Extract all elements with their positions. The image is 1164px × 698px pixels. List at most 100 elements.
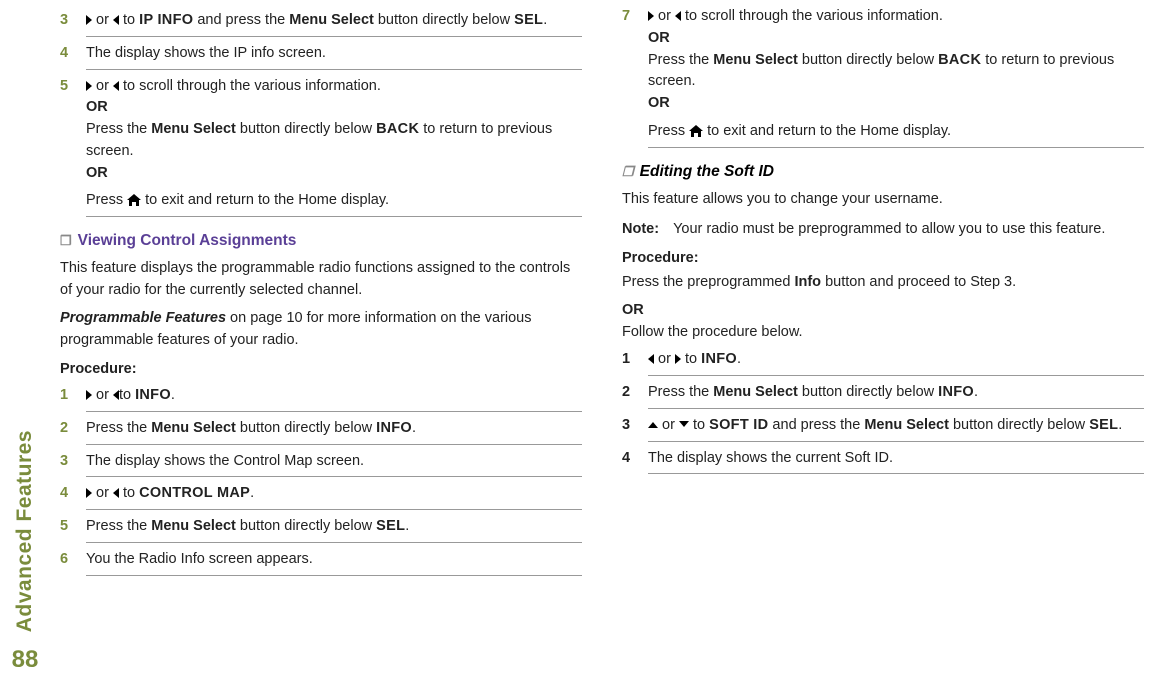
or-label: OR xyxy=(86,163,582,185)
button-name: Menu Select xyxy=(713,384,798,400)
step-body: You the Radio Info screen appears. xyxy=(86,549,582,571)
text: to exit and return to the Home display. xyxy=(703,123,951,139)
text: Press the xyxy=(86,420,151,436)
home-icon xyxy=(689,125,703,137)
text: to xyxy=(681,351,701,367)
display-text: INFO xyxy=(376,420,412,436)
step-6: 6 You the Radio Info screen appears. xyxy=(60,549,582,571)
heading-text: Editing the Soft ID xyxy=(640,160,774,183)
divider xyxy=(86,411,582,412)
display-text: SEL xyxy=(1089,417,1118,433)
text: button directly below xyxy=(374,12,514,28)
step-5: 5 or to scroll through the various infor… xyxy=(60,76,582,213)
text: . xyxy=(1118,417,1122,433)
text: to xyxy=(119,387,135,403)
step-number: 1 xyxy=(622,349,648,371)
text: or xyxy=(92,485,113,501)
step-number: 2 xyxy=(622,382,648,404)
step-body: or to INFO. xyxy=(648,349,1144,371)
display-text: INFO xyxy=(135,387,171,403)
step-number: 3 xyxy=(60,10,86,32)
text: button directly below xyxy=(236,518,376,534)
note-text: Your radio must be preprogrammed to allo… xyxy=(673,219,1105,241)
button-name: Menu Select xyxy=(151,518,236,534)
paragraph: Press the preprogrammed Info button and … xyxy=(622,272,1144,294)
button-name: Menu Select xyxy=(713,52,798,68)
text: to xyxy=(689,417,709,433)
procedure-label: Procedure: xyxy=(60,359,582,381)
step-number: 4 xyxy=(60,483,86,505)
step-body: Press the Menu Select button directly be… xyxy=(86,516,582,538)
section-heading-editing-soft-id: ❐ Editing the Soft ID xyxy=(622,160,1144,183)
section-icon: ❐ xyxy=(622,162,634,182)
arrow-up-icon xyxy=(648,417,658,433)
text: Press the xyxy=(86,518,151,534)
divider xyxy=(86,444,582,445)
button-name: Menu Select xyxy=(864,417,949,433)
display-text: INFO xyxy=(938,384,974,400)
display-text: IP INFO xyxy=(139,12,193,28)
or-label: OR xyxy=(622,300,1144,322)
step-number: 1 xyxy=(60,385,86,407)
text: to scroll through the various informatio… xyxy=(681,8,943,24)
text: or xyxy=(654,351,675,367)
divider xyxy=(648,375,1144,376)
step-number: 4 xyxy=(60,43,86,65)
text: and press the xyxy=(768,417,864,433)
display-text: BACK xyxy=(376,121,419,137)
text: Press the xyxy=(86,121,151,137)
display-text: BACK xyxy=(938,52,981,68)
text: button directly below xyxy=(798,384,938,400)
step-body: The display shows the Control Map screen… xyxy=(86,451,582,473)
section-icon: ❐ xyxy=(60,231,72,251)
divider xyxy=(648,147,1144,148)
step-body: The display shows the current Soft ID. xyxy=(648,448,1144,470)
text: to scroll through the various informatio… xyxy=(119,78,381,94)
step-number: 7 xyxy=(622,6,648,28)
step-number: 3 xyxy=(60,451,86,473)
step-4: 4 The display shows the IP info screen. xyxy=(60,43,582,65)
display-text: INFO xyxy=(701,351,737,367)
text: or xyxy=(654,8,675,24)
step-number: 6 xyxy=(60,549,86,571)
display-text: CONTROL MAP xyxy=(139,485,250,501)
page-body: 3 or to IP INFO and press the Menu Selec… xyxy=(60,0,1144,698)
softid-step-3: 3 or to SOFT ID and press the Menu Selec… xyxy=(622,415,1144,437)
button-name: Menu Select xyxy=(289,12,374,28)
text: or xyxy=(658,417,679,433)
display-text: SOFT ID xyxy=(709,417,768,433)
text: to exit and return to the Home display. xyxy=(141,192,389,208)
step-number: 5 xyxy=(60,516,86,538)
button-name: Info xyxy=(794,274,821,290)
text: button directly below xyxy=(236,121,376,137)
step-number: 5 xyxy=(60,76,86,98)
button-name: Menu Select xyxy=(151,420,236,436)
text: to xyxy=(119,485,139,501)
text: button directly below xyxy=(236,420,376,436)
divider xyxy=(86,216,582,217)
paragraph: This feature displays the programmable r… xyxy=(60,258,582,302)
paragraph: Follow the procedure below. xyxy=(622,322,1144,344)
or-label: OR xyxy=(648,28,1144,50)
sidebar: Advanced Features 88 xyxy=(10,430,40,678)
text: button directly below xyxy=(949,417,1089,433)
text: Press xyxy=(86,192,127,208)
note-label: Note: xyxy=(622,219,659,241)
step-body: The display shows the IP info screen. xyxy=(86,43,582,65)
section-title-vertical: Advanced Features xyxy=(9,430,41,632)
or-label: OR xyxy=(86,97,582,119)
vca-step-2: 2 Press the Menu Select button directly … xyxy=(60,418,582,440)
text: Press xyxy=(648,123,689,139)
vca-step-3: 3 The display shows the Control Map scre… xyxy=(60,451,582,473)
step-body: or to SOFT ID and press the Menu Select … xyxy=(648,415,1144,437)
step-number: 2 xyxy=(60,418,86,440)
text: to xyxy=(119,12,139,28)
step-body: Press the Menu Select button directly be… xyxy=(648,382,1144,404)
divider xyxy=(86,575,582,576)
divider xyxy=(86,542,582,543)
text: . xyxy=(250,485,254,501)
step-body: Press the Menu Select button directly be… xyxy=(86,418,582,440)
divider xyxy=(648,441,1144,442)
step-body: or to scroll through the various informa… xyxy=(86,76,582,213)
text: button and proceed to Step 3. xyxy=(821,274,1016,290)
